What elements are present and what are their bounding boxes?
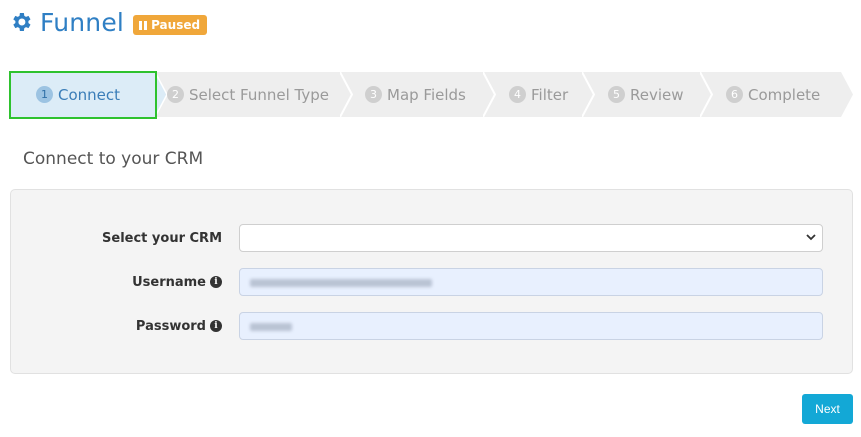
status-badge: Paused [133,15,208,35]
step-map-fields[interactable]: 3 Map Fields [365,72,466,117]
step-label: Filter [531,85,569,104]
step-number: 6 [726,86,743,103]
password-label-text: Password [135,318,206,334]
info-icon[interactable]: i [210,276,222,288]
active-step-highlight [9,71,157,119]
step-label: Review [630,85,684,104]
redacted-password [250,323,292,331]
username-label-text: Username [132,274,206,290]
page-header: Funnel Paused [9,4,208,40]
step-separator [582,72,596,117]
gear-icon [13,13,31,31]
crm-row: Select your CRM [11,223,852,253]
step-number: 2 [167,86,184,103]
step-label: Complete [748,85,821,104]
username-field[interactable] [239,268,823,296]
step-label: Select Funnel Type [189,85,329,104]
username-label: Username i [132,275,222,290]
step-label: Map Fields [387,85,466,104]
chevron-down-icon [806,234,816,241]
step-separator [340,72,354,117]
step-review[interactable]: 5 Review [608,72,684,117]
password-label: Password i [136,319,222,334]
step-number: 4 [509,86,526,103]
step-select-funnel-type[interactable]: 2 Select Funnel Type [167,72,329,117]
crm-label: Select your CRM [102,231,222,246]
crm-select[interactable] [239,224,823,252]
password-row: Password i [11,311,852,341]
step-filter[interactable]: 4 Filter [509,72,568,117]
pause-icon [139,20,148,30]
status-badge-label: Paused [151,18,201,32]
username-row: Username i [11,267,852,297]
step-separator [483,72,497,117]
page-title: Funnel [40,7,125,37]
info-icon[interactable]: i [210,320,222,332]
password-field[interactable] [239,312,823,340]
step-complete[interactable]: 6 Complete [726,72,820,117]
step-number: 3 [365,86,382,103]
crm-label-text: Select your CRM [102,230,222,246]
next-button[interactable]: Next [802,394,853,424]
redacted-username [250,279,432,287]
step-number: 5 [608,86,625,103]
section-title: Connect to your CRM [23,149,204,169]
step-separator [700,72,714,117]
step-end-arrow [841,72,855,117]
crm-connect-form: Select your CRM Username i Password i [10,189,853,374]
